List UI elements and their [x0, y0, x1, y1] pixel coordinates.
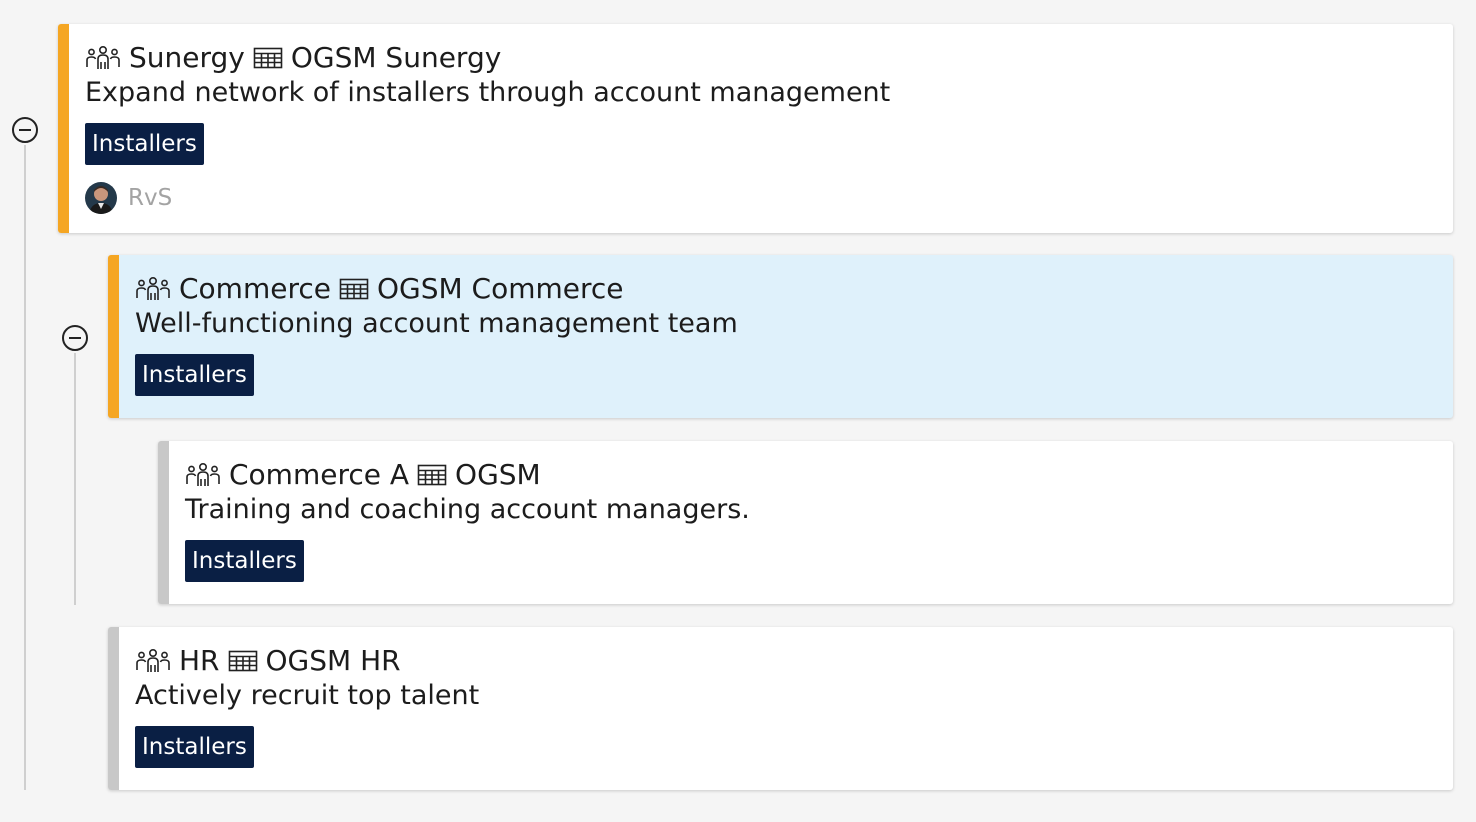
- status-accent-bar: [158, 441, 169, 604]
- goal-card-commerce-a[interactable]: Commerce A OGSM Training and coaching ac…: [158, 441, 1453, 604]
- ogsm-name[interactable]: OGSM Sunergy: [291, 40, 501, 76]
- team-name: Commerce: [179, 272, 331, 305]
- collapse-toggle-sunergy[interactable]: [12, 117, 38, 143]
- team-icon: [185, 462, 221, 488]
- tree-line-level-1: [24, 145, 26, 790]
- team-name: Commerce A: [229, 458, 410, 491]
- ogsm-name[interactable]: OGSM: [455, 457, 541, 493]
- ogsm-name[interactable]: OGSM HR: [266, 643, 401, 679]
- team-icon: [85, 45, 121, 71]
- team-name: HR: [179, 644, 220, 677]
- table-icon: [228, 650, 258, 672]
- tag-badge[interactable]: Installers: [85, 123, 204, 165]
- goal-description: Actively recruit top talent: [135, 680, 480, 711]
- table-icon: [417, 464, 447, 486]
- table-icon: [339, 278, 369, 300]
- goal-description: Training and coaching account managers.: [185, 494, 750, 525]
- status-accent-bar: [108, 255, 119, 418]
- team-icon: [135, 648, 171, 674]
- ogsm-name[interactable]: OGSM Commerce: [377, 271, 624, 307]
- owner-initials: RvS: [128, 185, 173, 211]
- team-name: Sunergy: [129, 41, 245, 74]
- collapse-toggle-commerce[interactable]: [62, 325, 88, 351]
- goal-description: Well-functioning account management team: [135, 308, 738, 339]
- goal-description: Expand network of installers through acc…: [85, 77, 891, 108]
- status-accent-bar: [58, 24, 69, 233]
- status-accent-bar: [108, 627, 119, 790]
- tag-badge[interactable]: Installers: [185, 540, 304, 582]
- ogsm-tree: Sunergy OGSM Sunergy Expand network of i…: [0, 0, 1476, 822]
- table-icon: [253, 47, 283, 69]
- avatar: [85, 182, 117, 214]
- tag-badge[interactable]: Installers: [135, 726, 254, 768]
- goal-card-commerce[interactable]: Commerce OGSM Commerce Well-functioning …: [108, 255, 1453, 418]
- tag-badge[interactable]: Installers: [135, 354, 254, 396]
- goal-card-sunergy[interactable]: Sunergy OGSM Sunergy Expand network of i…: [58, 24, 1453, 233]
- tree-line-level-2: [74, 353, 76, 605]
- goal-card-hr[interactable]: HR OGSM HR Actively recruit top talent I…: [108, 627, 1453, 790]
- team-icon: [135, 276, 171, 302]
